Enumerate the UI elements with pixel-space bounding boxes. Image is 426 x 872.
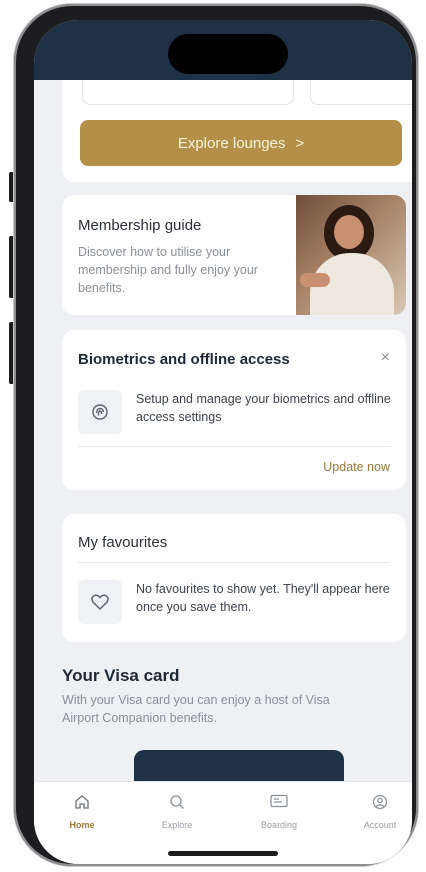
- tab-account[interactable]: Account: [340, 794, 412, 830]
- membership-guide-title: Membership guide: [78, 217, 202, 234]
- biometrics-card: Biometrics and offline access × Setup an…: [62, 330, 406, 490]
- divider: [78, 446, 390, 447]
- tab-label: Account: [363, 820, 397, 830]
- dynamic-island: [168, 34, 288, 74]
- explore-lounges-button[interactable]: Explore lounges >: [80, 120, 402, 166]
- tab-label: Explore: [161, 820, 193, 830]
- tab-home[interactable]: Home: [42, 794, 122, 830]
- boarding-pass-icon: [239, 794, 319, 816]
- update-now-link[interactable]: Update now: [323, 460, 390, 474]
- tab-explore[interactable]: Explore: [137, 794, 217, 830]
- close-icon[interactable]: ×: [381, 349, 390, 367]
- scroll-content[interactable]: Explore lounges > Membership guide Disco…: [34, 80, 412, 864]
- visa-section-description: With your Visa card you can enjoy a host…: [62, 693, 330, 725]
- divider: [78, 562, 390, 563]
- tab-label: Home: [69, 820, 95, 830]
- lounge-tile[interactable]: [310, 80, 412, 105]
- favourites-card: My favourites No favourites to show yet.…: [62, 514, 406, 642]
- lounge-tile[interactable]: [82, 80, 294, 105]
- home-icon: [42, 794, 122, 816]
- search-icon: [137, 794, 217, 816]
- explore-lounges-label: Explore lounges: [177, 134, 286, 152]
- account-icon: [340, 794, 412, 816]
- chevron-right-icon: >: [295, 134, 305, 152]
- favourites-title: My favourites: [78, 534, 168, 551]
- tab-label: Boarding: [260, 820, 298, 830]
- favourites-description: No favourites to show yet. They'll appea…: [136, 582, 390, 614]
- phone-frame: Explore lounges > Membership guide Disco…: [14, 4, 418, 866]
- tab-boarding[interactable]: Boarding: [239, 794, 319, 830]
- visa-section-title: Your Visa card: [62, 666, 180, 685]
- biometrics-description: Setup and manage your biometrics and off…: [136, 392, 391, 424]
- membership-guide-card[interactable]: Membership guide Discover how to utilise…: [62, 195, 406, 315]
- phone-screen: Explore lounges > Membership guide Disco…: [34, 20, 412, 864]
- fingerprint-icon: [78, 390, 122, 434]
- heart-icon: [78, 580, 122, 624]
- membership-guide-description: Discover how to utilise your membership …: [78, 245, 258, 295]
- membership-guide-photo: [296, 195, 406, 315]
- biometrics-title: Biometrics and offline access: [78, 351, 290, 368]
- bottom-tab-bar: Home Explore Boarding Account: [34, 781, 412, 864]
- home-indicator: [168, 851, 278, 856]
- lounges-card: Explore lounges >: [62, 80, 412, 182]
